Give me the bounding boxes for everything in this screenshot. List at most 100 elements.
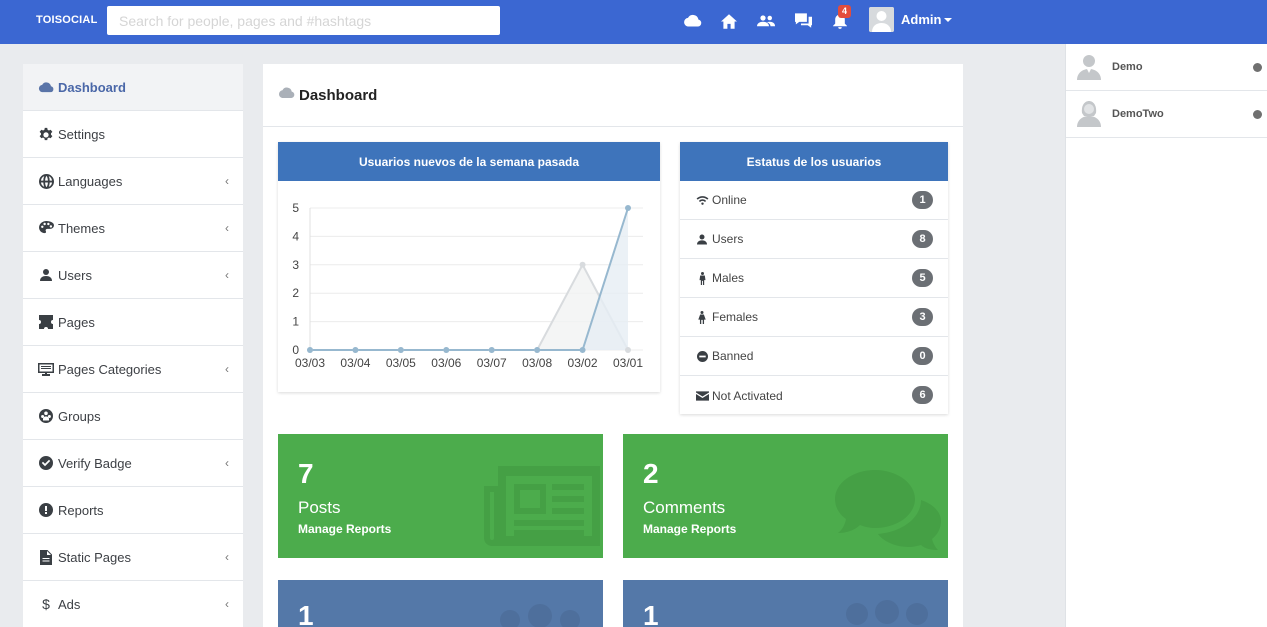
series-area bbox=[310, 264, 628, 350]
cloud-icon[interactable] bbox=[682, 11, 702, 31]
sidebar-item-languages[interactable]: Languages ‹ bbox=[23, 158, 243, 205]
panel-title: Usuarios nuevos de la semana pasada bbox=[278, 142, 660, 181]
notification-badge: 4 bbox=[838, 5, 851, 18]
dollar-icon: $ bbox=[42, 596, 50, 612]
y-tick-label: 5 bbox=[292, 201, 299, 215]
sidebar-item-pages-categories[interactable]: Pages Categories ‹ bbox=[23, 346, 243, 393]
sidebar-item-label: Users bbox=[58, 267, 92, 283]
sidebar-item-label: Groups bbox=[58, 408, 101, 424]
users-icon[interactable] bbox=[756, 11, 776, 31]
alert-icon bbox=[38, 502, 54, 518]
groups-icon bbox=[38, 408, 54, 424]
sidebar-item-themes[interactable]: Themes ‹ bbox=[23, 205, 243, 252]
categories-icon bbox=[38, 361, 54, 377]
status-label: Banned bbox=[712, 349, 754, 363]
status-count-badge: 1 bbox=[912, 191, 933, 209]
line-chart: 0 1 2 3 4 5 03/03 03/04 03/05 03/06 03/07 03/08 03/0… bbox=[292, 201, 643, 370]
status-row-not-activated: Not Activated 6 bbox=[680, 376, 948, 415]
pages-tile[interactable]: 1 bbox=[278, 580, 603, 627]
x-tick-label: 03/07 bbox=[477, 356, 507, 370]
sidebar-item-reports[interactable]: Reports bbox=[23, 487, 243, 534]
wifi-icon bbox=[695, 193, 709, 207]
tile-label: Comments bbox=[643, 498, 726, 517]
brand-logo[interactable]: TOISOCIAL bbox=[36, 14, 98, 26]
status-count-badge: 8 bbox=[912, 230, 933, 248]
y-tick-label: 4 bbox=[292, 229, 299, 243]
page-title: Dashboard bbox=[299, 86, 378, 104]
top-navbar: TOISOCIAL 4 Admin bbox=[0, 0, 1267, 44]
data-point bbox=[307, 347, 313, 353]
data-point bbox=[625, 347, 631, 353]
user-icon bbox=[38, 267, 54, 283]
status-row-females: Females 3 bbox=[680, 298, 948, 337]
status-label: Online bbox=[712, 193, 747, 207]
sidebar-item-static-pages[interactable]: Static Pages ‹ bbox=[23, 534, 243, 581]
chevron-left-icon: ‹ bbox=[225, 456, 229, 470]
y-tick-label: 0 bbox=[292, 343, 299, 357]
sidebar-item-dashboard[interactable]: Dashboard bbox=[23, 64, 243, 111]
sidebar-item-pages[interactable]: Pages bbox=[23, 299, 243, 346]
home-icon[interactable] bbox=[719, 11, 739, 31]
posts-tile[interactable]: 7 Posts Manage Reports bbox=[278, 434, 603, 558]
status-label: Users bbox=[712, 232, 744, 246]
data-point bbox=[352, 347, 359, 353]
tile-number: 1 bbox=[298, 600, 314, 627]
data-point bbox=[397, 347, 404, 353]
avatar[interactable] bbox=[869, 7, 894, 32]
user-status-panel: Estatus de los usuarios Online 1 Users 8… bbox=[680, 142, 948, 414]
sidebar-item-label: Reports bbox=[58, 502, 104, 518]
x-tick-label: 03/02 bbox=[568, 356, 598, 370]
sidebar-item-users[interactable]: Users ‹ bbox=[23, 252, 243, 299]
status-count-badge: 6 bbox=[912, 386, 933, 404]
user-icon bbox=[695, 232, 709, 246]
presence-dot bbox=[1253, 110, 1262, 119]
tile-number: 7 bbox=[298, 458, 314, 489]
panel-title: Estatus de los usuarios bbox=[680, 142, 948, 181]
data-point bbox=[534, 347, 541, 353]
online-user-item[interactable]: DemoTwo bbox=[1066, 91, 1267, 138]
chevron-left-icon: ‹ bbox=[225, 550, 229, 564]
chevron-left-icon: ‹ bbox=[225, 174, 229, 188]
check-circle-icon bbox=[38, 455, 54, 471]
minus-circle-icon bbox=[695, 349, 709, 363]
y-tick-label: 2 bbox=[292, 286, 299, 300]
envelope-icon bbox=[695, 389, 709, 403]
cloud-icon bbox=[278, 86, 295, 104]
user-menu-name[interactable]: Admin bbox=[901, 12, 941, 27]
gear-icon bbox=[38, 126, 54, 142]
sidebar-item-ads[interactable]: $ Ads ‹ bbox=[23, 581, 243, 627]
x-tick-label: 03/04 bbox=[340, 356, 370, 370]
status-count-badge: 0 bbox=[912, 347, 933, 365]
online-user-item[interactable]: Demo bbox=[1066, 44, 1267, 91]
status-count-badge: 5 bbox=[912, 269, 933, 287]
x-tick-label: 03/06 bbox=[431, 356, 461, 370]
data-point bbox=[579, 261, 586, 268]
search-input[interactable] bbox=[107, 6, 500, 35]
tile-link[interactable]: Manage Reports bbox=[298, 522, 391, 536]
sidebar-item-verify-badge[interactable]: Verify Badge ‹ bbox=[23, 440, 243, 487]
sidebar-item-groups[interactable]: Groups bbox=[23, 393, 243, 440]
tile-link[interactable]: Manage Reports bbox=[643, 522, 736, 536]
x-tick-label: 03/03 bbox=[295, 356, 325, 370]
tile-label: Posts bbox=[298, 498, 341, 517]
status-label: Males bbox=[712, 271, 745, 285]
status-row-males: Males 5 bbox=[680, 259, 948, 298]
data-point bbox=[625, 205, 631, 211]
admin-sidebar: Dashboard Settings Languages ‹ Themes ‹ … bbox=[23, 64, 243, 627]
chat-icon[interactable] bbox=[793, 11, 813, 31]
x-tick-label: 03/05 bbox=[386, 356, 416, 370]
comments-icon bbox=[835, 470, 941, 550]
data-point bbox=[579, 347, 586, 353]
status-count-badge: 3 bbox=[912, 308, 933, 326]
chevron-left-icon: ‹ bbox=[225, 362, 229, 376]
chevron-down-icon[interactable] bbox=[944, 18, 952, 22]
groups-tile[interactable]: 1 bbox=[623, 580, 948, 627]
sidebar-item-label: Pages bbox=[58, 314, 95, 330]
globe-icon bbox=[38, 173, 54, 189]
newspaper-icon bbox=[484, 466, 600, 546]
male-icon bbox=[695, 271, 709, 285]
status-label: Not Activated bbox=[712, 388, 783, 403]
x-tick-label: 03/01 bbox=[613, 356, 643, 370]
sidebar-item-settings[interactable]: Settings bbox=[23, 111, 243, 158]
comments-tile[interactable]: 2 Comments Manage Reports bbox=[623, 434, 948, 558]
